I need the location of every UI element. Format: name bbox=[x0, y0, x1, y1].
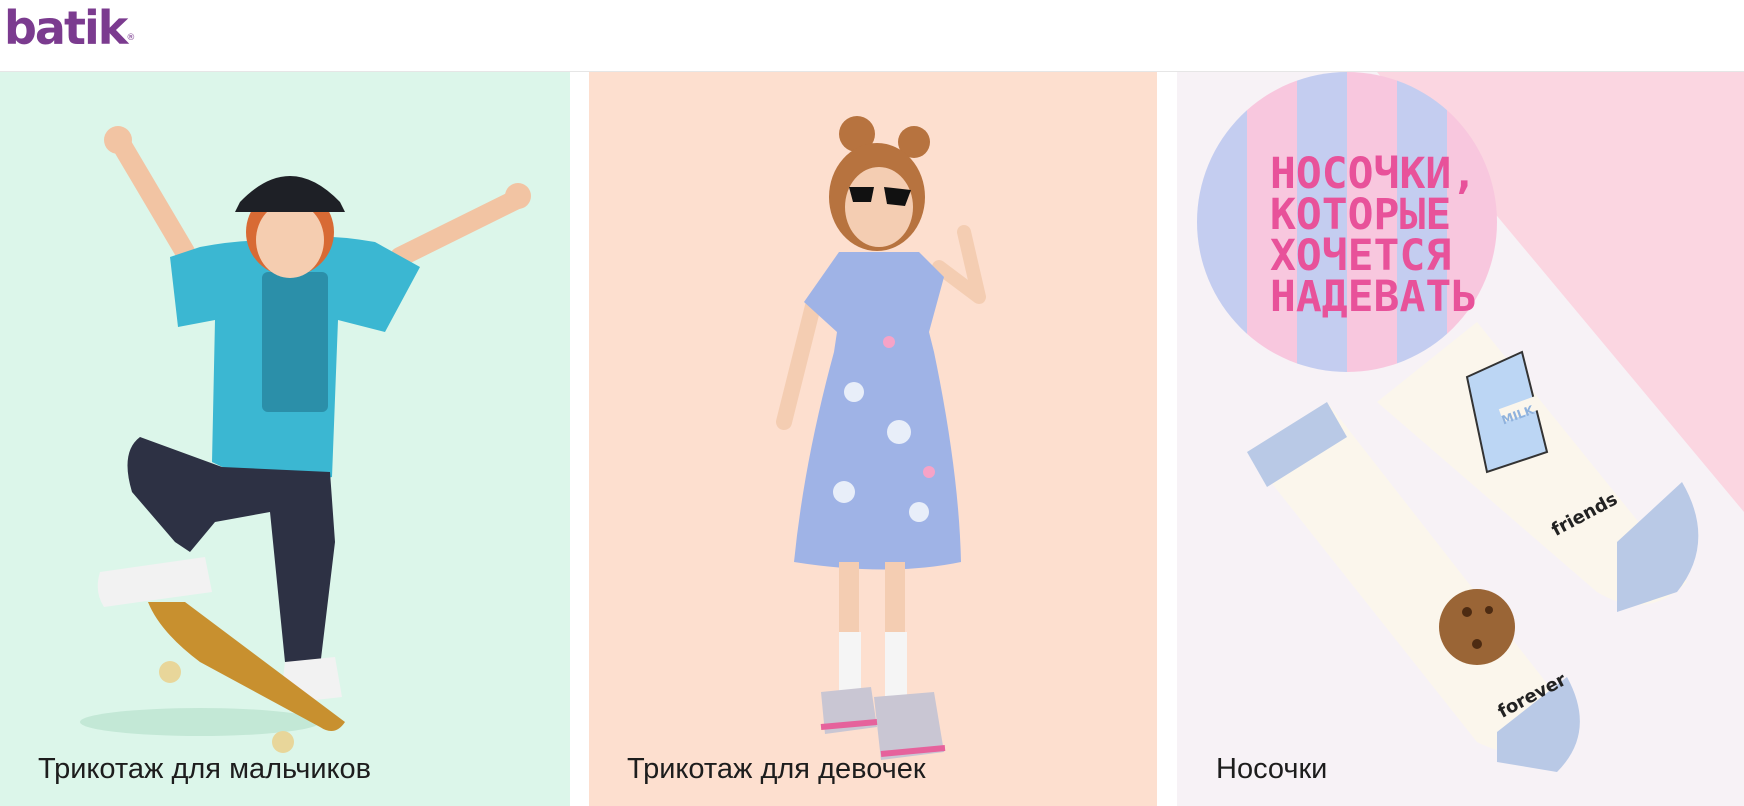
category-label[interactable]: Носочки bbox=[1216, 753, 1327, 786]
category-card-boys[interactable]: Трикотаж для мальчиков bbox=[0, 72, 570, 806]
category-grid: Трикотаж для мальчиков Трикотаж для дево… bbox=[0, 72, 1744, 806]
category-label[interactable]: Трикотаж для мальчиков bbox=[38, 753, 371, 786]
category-card-girls[interactable]: Трикотаж для девочек bbox=[589, 72, 1157, 806]
site-header: batik® bbox=[0, 0, 1744, 72]
boy-on-skateboard-photo bbox=[0, 72, 570, 806]
girl-in-dress-photo bbox=[589, 72, 1157, 806]
category-card-socks[interactable]: MILK friends forever НОСОЧКИ, КОТОРЫЕ ХО… bbox=[1177, 72, 1744, 806]
category-label[interactable]: Трикотаж для девочек bbox=[627, 753, 926, 786]
brand-logo[interactable]: batik® bbox=[4, 2, 135, 54]
promo-headline: НОСОЧКИ, КОТОРЫЕ ХОЧЕТСЯ НАДЕВАТЬ bbox=[1270, 149, 1478, 322]
